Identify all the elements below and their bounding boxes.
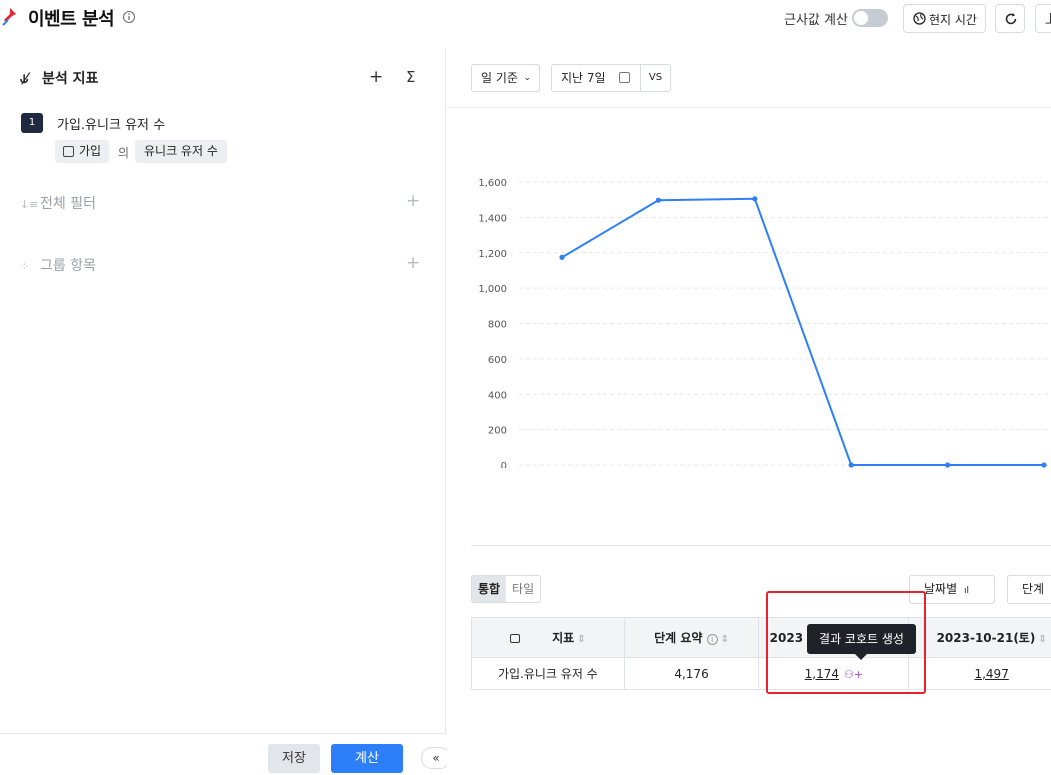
by-date-button[interactable]: 날짜별 ıl	[909, 575, 995, 604]
filter-section-header: ↓≡ 전체 필터	[20, 193, 96, 213]
share-button[interactable]: 上	[1035, 4, 1051, 33]
filter-section-title: 전체 필터	[40, 196, 96, 212]
left-panel: ⫝̸ 분석 지표 + Σ 1 가입.유니크 유저 수 가입 의 유니크 유저 수 …	[0, 48, 446, 775]
y-tick-label: 600	[488, 355, 507, 366]
local-time-label: 현지 시간	[929, 13, 977, 27]
event-icon	[63, 146, 74, 157]
tab-tile[interactable]: 타일	[506, 576, 540, 602]
property-chip[interactable]: 유니크 유저 수	[135, 140, 227, 163]
chart-controls: 일 기준 ⌄ 지난 7일 VS	[447, 48, 1051, 108]
metric-section-title: 분석 지표	[42, 71, 99, 87]
y-tick-label: 200	[488, 426, 507, 437]
filter-icon: ↓≡	[20, 198, 39, 211]
add-filter-button[interactable]: +	[406, 191, 420, 211]
add-group-button[interactable]: +	[406, 253, 420, 273]
col-metric[interactable]: 지표 ⇕	[471, 617, 625, 658]
y-tick-label: 1,200	[478, 249, 507, 260]
add-metric-button[interactable]: +	[369, 67, 383, 87]
of-label: 의	[118, 146, 130, 160]
sort-icon: ⇕	[720, 634, 729, 645]
data-point	[1041, 462, 1047, 468]
y-tick-label: 1,400	[478, 213, 507, 224]
group-section-header: ⁘ 그룹 항목	[20, 255, 96, 275]
data-point	[945, 462, 951, 468]
data-point	[559, 254, 565, 260]
col-metric-label: 지표	[552, 631, 575, 645]
data-point	[752, 196, 758, 202]
left-footer: 저장 계산 «	[0, 733, 451, 775]
row-day1-cell: 1,174 ⚇+	[758, 657, 910, 690]
sort-icon: ⇕	[577, 634, 586, 645]
share-icon: 上	[1045, 10, 1051, 27]
series-line	[561, 197, 1044, 466]
step-button[interactable]: 단계	[1007, 575, 1051, 604]
row-summary: 4,176	[623, 657, 760, 690]
y-tick-label: 400	[488, 390, 507, 401]
y-tick-label: 800	[488, 320, 507, 331]
tab-merged[interactable]: 통합	[472, 576, 507, 602]
col-day1-label: 2023	[769, 630, 804, 645]
col-summary[interactable]: 단계 요약 i ⇕	[623, 617, 760, 658]
refresh-icon	[1005, 13, 1017, 25]
col-summary-label: 단계 요약	[654, 631, 703, 645]
info-icon: i	[706, 634, 718, 645]
view-mode-toggle: 통합 타일	[471, 575, 542, 603]
info-icon[interactable]	[122, 10, 136, 24]
metric-section-icon: ⫝̸	[20, 71, 29, 87]
local-time-button[interactable]: 현지 시간	[903, 4, 986, 33]
metric-index-badge: 1	[21, 113, 43, 133]
col-day2-label: 2023-10-21(토)	[936, 631, 1036, 645]
refresh-button[interactable]	[995, 4, 1025, 33]
basis-value: 일 기준	[481, 71, 518, 85]
pin-icon	[2, 8, 16, 26]
globe-icon	[913, 12, 926, 25]
lock-icon[interactable]	[510, 634, 521, 643]
create-cohort-tooltip: 결과 코호트 생성	[807, 624, 916, 660]
basis-dropdown[interactable]: 일 기준 ⌄	[471, 64, 540, 92]
calculate-button[interactable]: 계산	[331, 744, 403, 773]
add-cohort-icon[interactable]: ⚇+	[844, 668, 863, 681]
metric-name[interactable]: 가입.유니크 유저 수	[57, 114, 165, 133]
group-section-title: 그룹 항목	[40, 258, 96, 274]
bar-chart-icon: ıl	[963, 586, 969, 596]
row-metric: 가입.유니크 유저 수	[471, 657, 625, 690]
y-tick-label: 0	[501, 461, 507, 468]
event-chip-label: 가입	[79, 144, 102, 158]
approx-calc-label: 근사값 계산	[784, 13, 848, 28]
top-bar: 이벤트 분석 근사값 계산 현지 시간 上	[0, 0, 1051, 40]
right-panel: 일 기준 ⌄ 지난 7일 VS 0 200 400 600 800 1,000 1,200 1…	[447, 48, 1051, 775]
table-header-row: 지표 ⇕ 단계 요약 i ⇕ 2023 2023-10-21(토) ⇕	[471, 617, 1051, 658]
date-range-picker[interactable]: 지난 7일	[551, 64, 641, 92]
group-icon: ⁘	[20, 260, 30, 273]
row-day1-link[interactable]: 1,174	[805, 667, 839, 681]
date-range-value: 지난 7일	[561, 71, 606, 85]
row-day2-cell: 1,497	[908, 657, 1051, 690]
data-point	[655, 197, 661, 203]
y-tick-label: 1,600	[478, 178, 507, 189]
compare-vs-button[interactable]: VS	[640, 64, 671, 92]
page-title: 이벤트 분석	[28, 9, 115, 30]
calendar-icon	[619, 72, 630, 83]
section-divider	[471, 545, 1051, 546]
event-chip[interactable]: 가입	[55, 140, 110, 163]
data-point	[848, 462, 854, 468]
row-day2-link[interactable]: 1,497	[974, 667, 1008, 681]
chevron-down-icon: ⌄	[523, 73, 531, 83]
sort-icon: ⇕	[1038, 634, 1047, 645]
formula-button[interactable]: Σ	[406, 68, 415, 86]
col-day2[interactable]: 2023-10-21(토) ⇕	[908, 617, 1051, 658]
save-button[interactable]: 저장	[268, 744, 320, 773]
by-date-label: 날짜별	[924, 582, 958, 596]
metric-section-header: ⫝̸ 분석 지표	[20, 68, 98, 88]
table-row: 가입.유니크 유저 수 4,176 1,174 ⚇+ 1,497	[471, 657, 1051, 690]
y-tick-label: 1,000	[478, 284, 507, 295]
approx-calc-toggle[interactable]	[852, 9, 888, 27]
line-chart: 02004006008001,0001,2001,4001,60010/2010…	[478, 178, 1051, 468]
results-table: 지표 ⇕ 단계 요약 i ⇕ 2023 2023-10-21(토) ⇕ 가입.유니크 …	[471, 617, 1051, 690]
